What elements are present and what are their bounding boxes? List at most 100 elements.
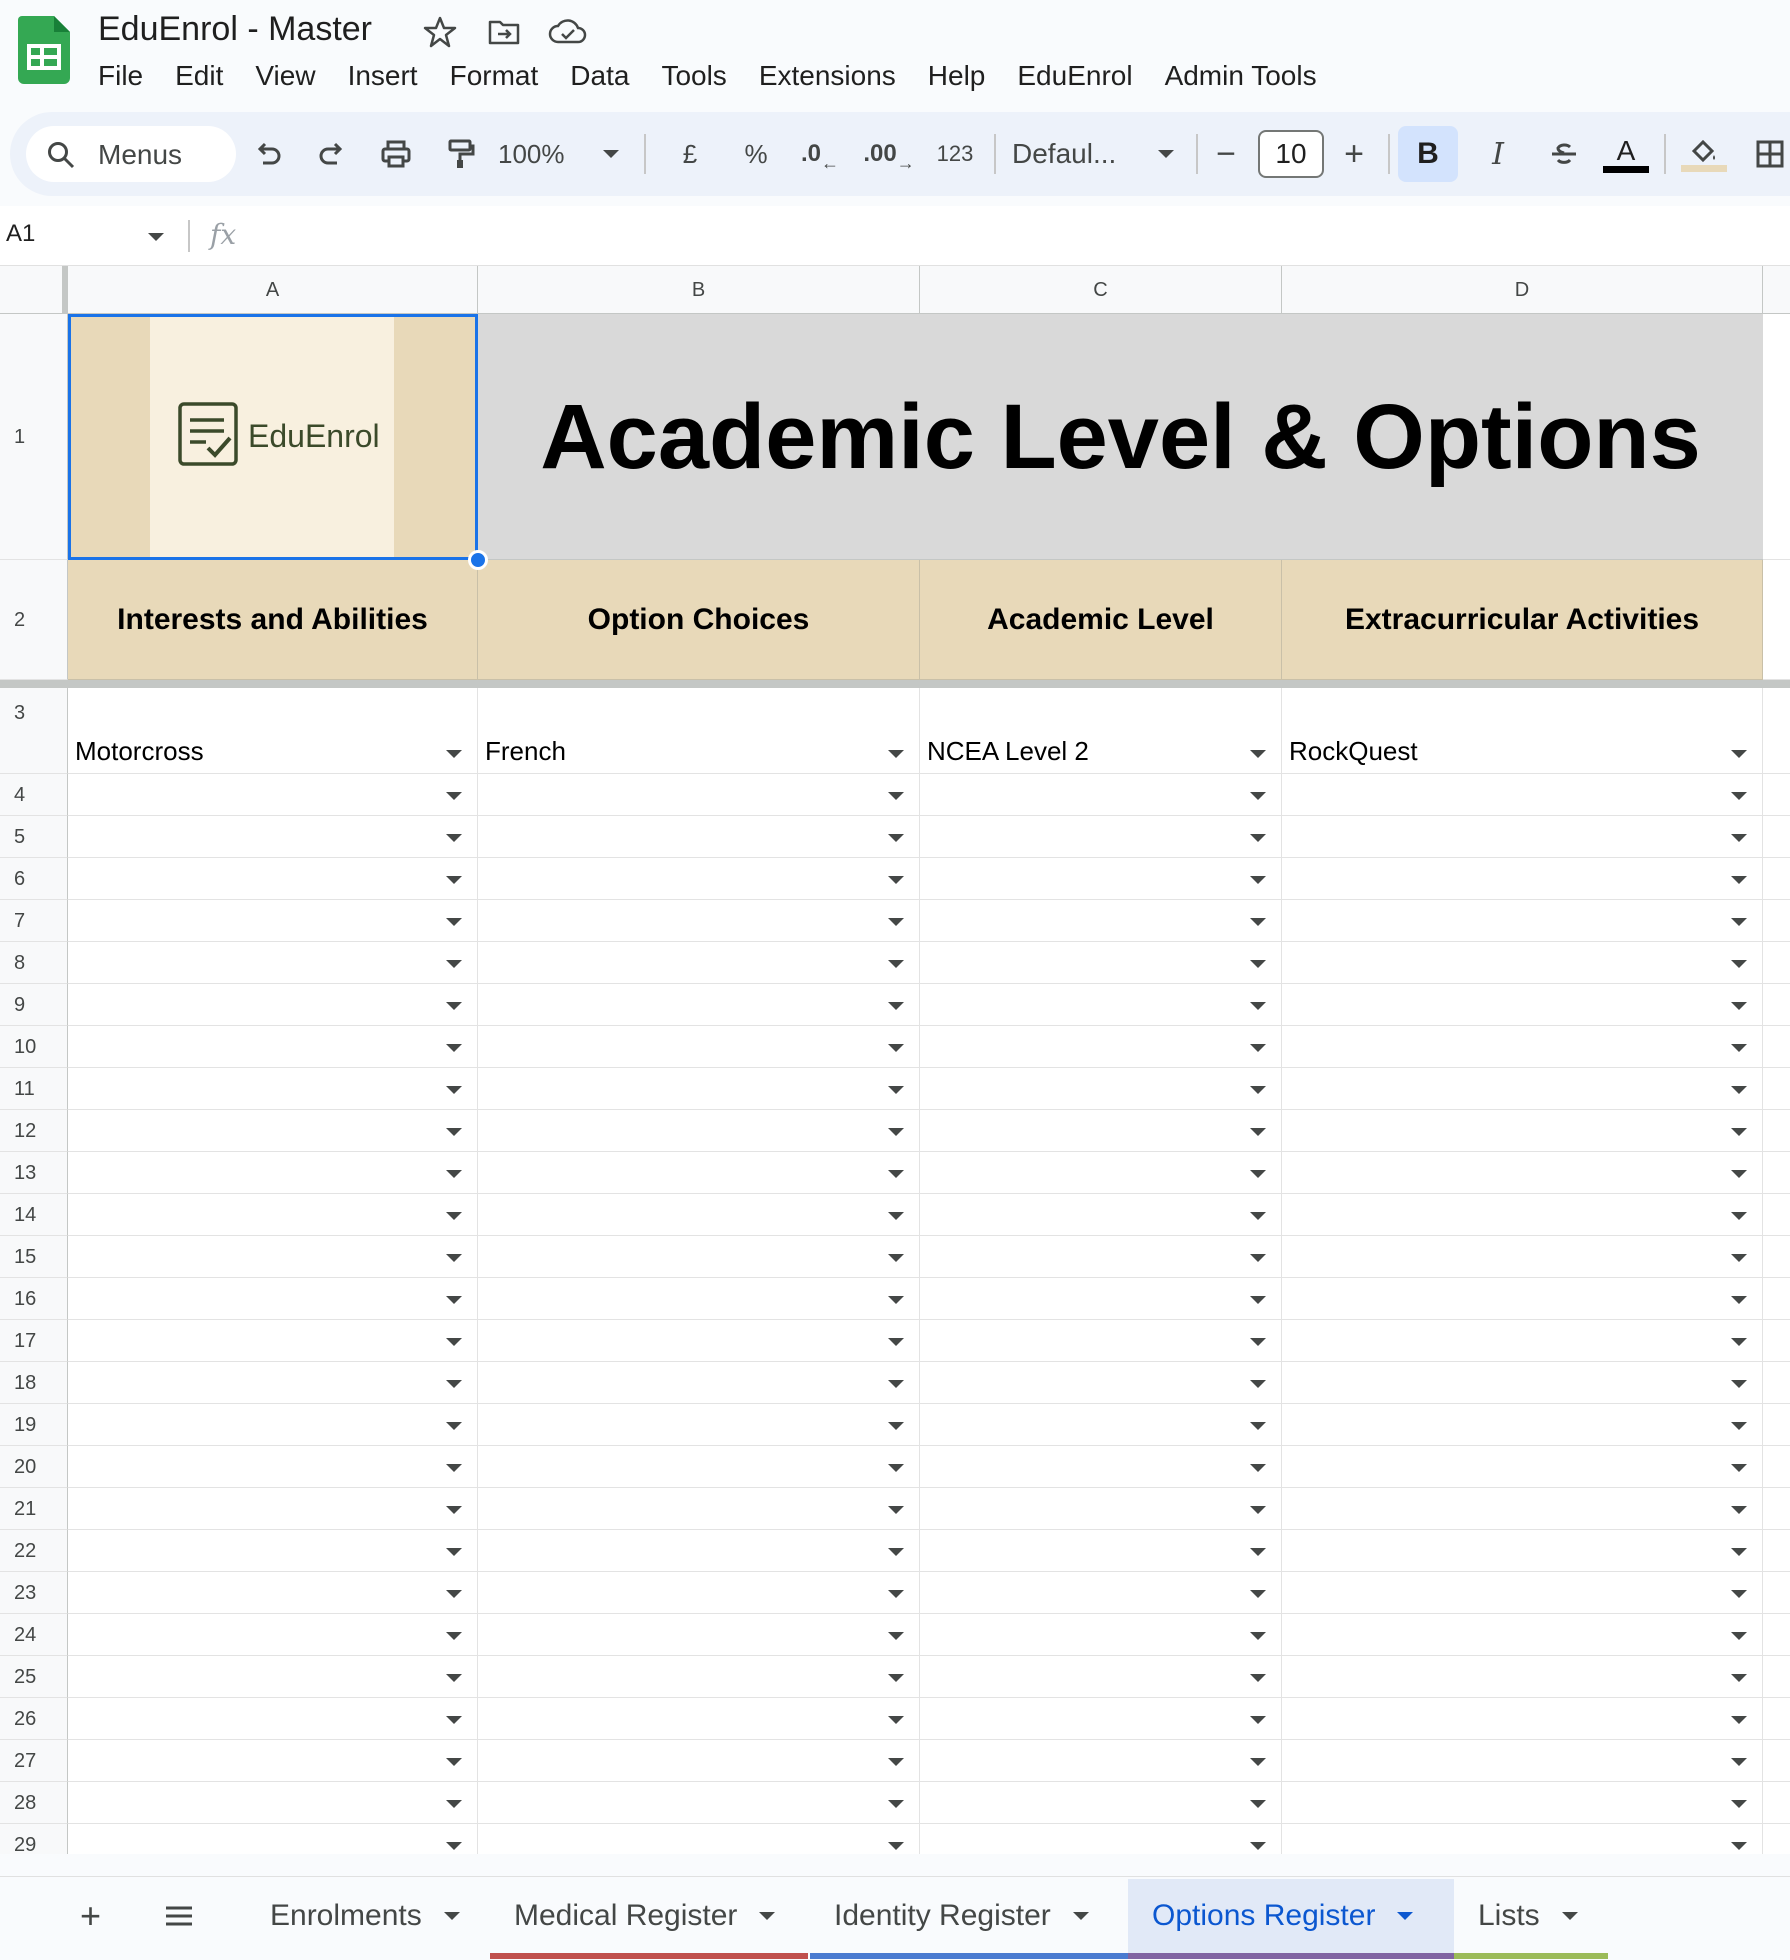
sheet-tab-enrolments[interactable]: Enrolments [246,1879,486,1953]
row-header[interactable]: 2 [0,560,68,680]
cell[interactable] [1763,1446,1790,1488]
cell[interactable] [1763,1362,1790,1404]
redo-button[interactable] [306,126,358,182]
dropdown-cell[interactable] [1282,942,1763,984]
dropdown-cell[interactable] [920,1404,1282,1446]
dropdown-chevron-icon[interactable] [1250,750,1266,758]
dropdown-chevron-icon[interactable] [888,1128,904,1136]
menu-data[interactable]: Data [554,56,645,96]
dropdown-chevron-icon[interactable] [1731,1548,1747,1556]
dropdown-chevron-icon[interactable] [446,1128,462,1136]
dropdown-cell[interactable] [478,1152,920,1194]
cell[interactable] [1763,1614,1790,1656]
dropdown-chevron-icon[interactable] [446,1170,462,1178]
cell[interactable] [1763,774,1790,816]
cell[interactable] [1763,1404,1790,1446]
dropdown-cell[interactable] [68,1404,478,1446]
menu-help[interactable]: Help [912,56,1002,96]
dropdown-chevron-icon[interactable] [1731,1716,1747,1724]
dropdown-chevron-icon[interactable] [1731,918,1747,926]
dropdown-cell[interactable] [478,984,920,1026]
dropdown-cell[interactable] [68,1068,478,1110]
dropdown-chevron-icon[interactable] [888,1506,904,1514]
dropdown-cell[interactable] [1282,1782,1763,1824]
dropdown-cell[interactable] [68,1446,478,1488]
dropdown-chevron-icon[interactable] [1731,792,1747,800]
dropdown-chevron-icon[interactable] [888,1758,904,1766]
dropdown-cell[interactable] [920,1782,1282,1824]
dropdown-cell[interactable] [478,1530,920,1572]
header-option-choices[interactable]: Option Choices [478,560,920,680]
dropdown-cell[interactable] [478,1488,920,1530]
dropdown-cell[interactable] [68,1026,478,1068]
borders-button[interactable] [1750,126,1790,182]
dropdown-chevron-icon[interactable] [446,918,462,926]
dropdown-cell[interactable] [1282,1656,1763,1698]
dropdown-cell[interactable] [920,1572,1282,1614]
dropdown-chevron-icon[interactable] [1731,1800,1747,1808]
dropdown-chevron-icon[interactable] [446,876,462,884]
cell[interactable] [1763,1110,1790,1152]
format-percent-button[interactable]: % [730,126,782,182]
row-header[interactable]: 12 [0,1110,68,1152]
dropdown-cell[interactable] [1282,1152,1763,1194]
column-header-d[interactable]: D [1282,266,1763,314]
dropdown-cell[interactable] [68,1278,478,1320]
cell[interactable] [1763,1236,1790,1278]
cell[interactable] [1763,1656,1790,1698]
menu-format[interactable]: Format [434,56,555,96]
dropdown-chevron-icon[interactable] [1250,1800,1266,1808]
dropdown-cell[interactable] [478,1572,920,1614]
dropdown-chevron-icon[interactable] [1250,1590,1266,1598]
dropdown-chevron-icon[interactable] [446,1632,462,1640]
dropdown-chevron-icon[interactable] [446,1800,462,1808]
row-header[interactable]: 19 [0,1404,68,1446]
dropdown-chevron-icon[interactable] [446,1506,462,1514]
dropdown-cell[interactable] [1282,1320,1763,1362]
dropdown-chevron-icon[interactable] [1731,1002,1747,1010]
print-button[interactable] [370,126,422,182]
dropdown-cell[interactable] [920,1194,1282,1236]
cloud-saved-icon[interactable] [548,14,588,50]
select-all-corner[interactable] [0,266,68,314]
dropdown-chevron-icon[interactable] [1250,1044,1266,1052]
row-header[interactable]: 16 [0,1278,68,1320]
dropdown-cell[interactable] [68,1572,478,1614]
dropdown-chevron-icon[interactable] [1731,1632,1747,1640]
cell[interactable] [1763,1782,1790,1824]
dropdown-cell[interactable] [920,1446,1282,1488]
dropdown-cell[interactable] [920,942,1282,984]
dropdown-cell[interactable] [68,1194,478,1236]
dropdown-chevron-icon[interactable] [446,1044,462,1052]
dropdown-chevron-icon[interactable] [1731,750,1747,758]
row-header[interactable]: 27 [0,1740,68,1782]
dropdown-chevron-icon[interactable] [1731,1590,1747,1598]
dropdown-chevron-icon[interactable] [1731,1674,1747,1682]
column-header-a[interactable]: A [68,266,478,314]
dropdown-cell[interactable] [478,900,920,942]
dropdown-chevron-icon[interactable] [1250,1338,1266,1346]
dropdown-chevron-icon[interactable] [1250,1170,1266,1178]
cell[interactable] [1763,1194,1790,1236]
decrease-font-size-button[interactable]: − [1202,126,1250,182]
tab-caret-icon[interactable] [1072,1912,1089,1920]
dropdown-chevron-icon[interactable] [446,1380,462,1388]
dropdown-cell[interactable] [478,942,920,984]
font-family-select[interactable]: Defaul... [1012,126,1162,182]
menu-tools[interactable]: Tools [645,56,742,96]
dropdown-cell[interactable] [1282,1824,1763,1854]
dropdown-cell[interactable] [478,816,920,858]
dropdown-chevron-icon[interactable] [1250,1380,1266,1388]
dropdown-chevron-icon[interactable] [888,1674,904,1682]
dropdown-cell[interactable] [68,900,478,942]
dropdown-chevron-icon[interactable] [1250,960,1266,968]
cell[interactable] [1763,1152,1790,1194]
cell[interactable] [1763,314,1790,560]
header-academic-level[interactable]: Academic Level [920,560,1282,680]
dropdown-cell[interactable] [478,1236,920,1278]
dropdown-chevron-icon[interactable] [446,1254,462,1262]
dropdown-chevron-icon[interactable] [446,1002,462,1010]
dropdown-cell[interactable] [920,1740,1282,1782]
dropdown-cell[interactable] [1282,1362,1763,1404]
dropdown-chevron-icon[interactable] [888,1422,904,1430]
